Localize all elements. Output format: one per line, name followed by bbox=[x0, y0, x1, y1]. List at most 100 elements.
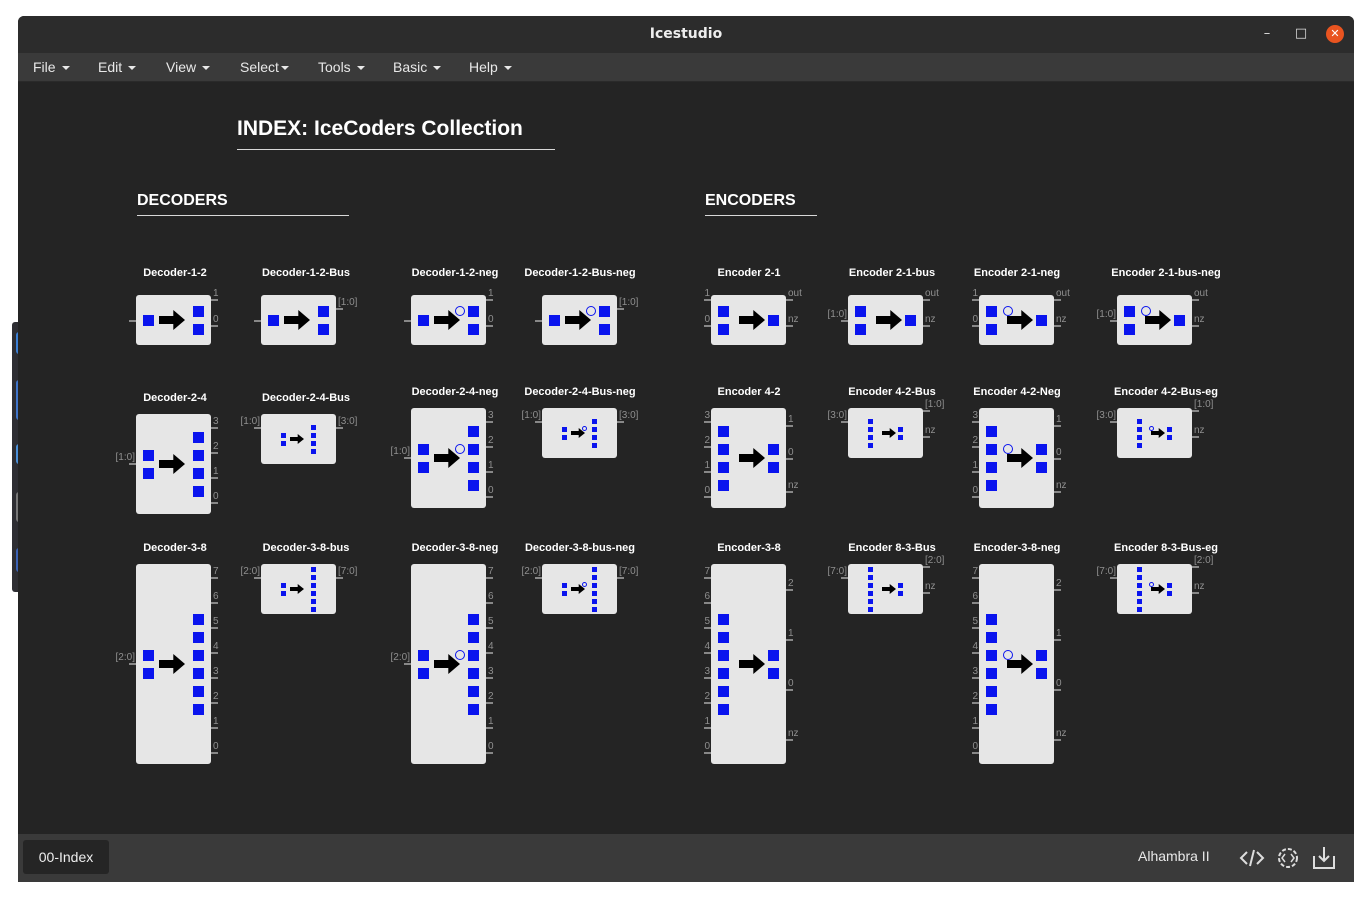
output-port[interactable] bbox=[1054, 325, 1061, 327]
output-port[interactable] bbox=[486, 325, 493, 327]
close-icon[interactable]: ✕ bbox=[1326, 25, 1344, 43]
output-port[interactable] bbox=[1192, 592, 1199, 594]
menu-help[interactable]: Help bbox=[469, 59, 512, 75]
input-port[interactable] bbox=[972, 676, 979, 679]
input-port[interactable] bbox=[129, 663, 136, 665]
input-port[interactable] bbox=[972, 576, 979, 579]
input-port[interactable] bbox=[841, 320, 848, 322]
output-port[interactable] bbox=[211, 576, 218, 579]
input-port[interactable] bbox=[972, 325, 979, 327]
output-port[interactable] bbox=[486, 470, 493, 473]
output-port[interactable] bbox=[1192, 410, 1199, 412]
output-port[interactable] bbox=[211, 501, 218, 504]
menu-select[interactable]: Select bbox=[240, 59, 289, 75]
input-port[interactable] bbox=[704, 495, 711, 498]
output-port[interactable] bbox=[786, 299, 793, 301]
input-port[interactable] bbox=[841, 577, 848, 579]
output-port[interactable] bbox=[923, 436, 930, 438]
menu-view[interactable]: View bbox=[166, 59, 211, 75]
output-port[interactable] bbox=[211, 751, 218, 754]
input-port[interactable] bbox=[704, 701, 711, 704]
output-port[interactable] bbox=[786, 739, 793, 741]
output-port[interactable] bbox=[617, 577, 624, 579]
output-port[interactable] bbox=[1054, 739, 1061, 741]
input-port[interactable] bbox=[1110, 320, 1117, 322]
menu-file[interactable]: File bbox=[33, 59, 70, 75]
input-port[interactable] bbox=[704, 626, 711, 629]
output-port[interactable] bbox=[786, 639, 793, 641]
input-port[interactable] bbox=[972, 626, 979, 629]
output-port[interactable] bbox=[211, 325, 218, 327]
input-port[interactable] bbox=[704, 576, 711, 579]
input-port[interactable] bbox=[129, 463, 136, 465]
menu-tools[interactable]: Tools bbox=[318, 59, 365, 75]
input-port[interactable] bbox=[1110, 421, 1117, 423]
input-port[interactable] bbox=[1110, 577, 1117, 579]
output-port[interactable] bbox=[486, 601, 493, 604]
input-port[interactable] bbox=[704, 470, 711, 473]
menu-edit[interactable]: Edit bbox=[98, 59, 137, 75]
output-port[interactable] bbox=[786, 589, 793, 591]
output-port[interactable] bbox=[211, 726, 218, 729]
input-port[interactable] bbox=[404, 663, 411, 665]
output-port[interactable] bbox=[211, 299, 218, 301]
output-port[interactable] bbox=[486, 495, 493, 498]
input-port[interactable] bbox=[972, 751, 979, 754]
output-port[interactable] bbox=[211, 451, 218, 454]
input-port[interactable] bbox=[972, 726, 979, 729]
output-port[interactable] bbox=[211, 626, 218, 629]
input-port[interactable] bbox=[404, 457, 411, 459]
input-port[interactable] bbox=[704, 751, 711, 754]
input-port[interactable] bbox=[704, 601, 711, 604]
output-port[interactable] bbox=[923, 299, 930, 301]
input-port[interactable] bbox=[972, 601, 979, 604]
output-port[interactable] bbox=[486, 751, 493, 754]
menu-basic[interactable]: Basic bbox=[393, 59, 442, 75]
output-port[interactable] bbox=[1054, 589, 1061, 591]
minimize-icon[interactable]: – bbox=[1258, 25, 1276, 43]
output-port[interactable] bbox=[211, 651, 218, 654]
output-port[interactable] bbox=[211, 676, 218, 679]
code-icon[interactable] bbox=[1238, 844, 1266, 872]
input-port[interactable] bbox=[129, 320, 136, 322]
output-port[interactable] bbox=[1192, 299, 1199, 301]
output-port[interactable] bbox=[1054, 424, 1061, 427]
output-port[interactable] bbox=[786, 689, 793, 691]
input-port[interactable] bbox=[972, 470, 979, 473]
output-port[interactable] bbox=[786, 424, 793, 427]
output-port[interactable] bbox=[786, 458, 793, 460]
output-port[interactable] bbox=[1054, 689, 1061, 691]
output-port[interactable] bbox=[336, 577, 343, 579]
output-port[interactable] bbox=[336, 308, 343, 310]
input-port[interactable] bbox=[972, 420, 979, 423]
output-port[interactable] bbox=[1054, 639, 1061, 641]
input-port[interactable] bbox=[972, 495, 979, 498]
input-port[interactable] bbox=[254, 577, 261, 579]
output-port[interactable] bbox=[1192, 325, 1199, 327]
input-port[interactable] bbox=[254, 427, 261, 429]
input-port[interactable] bbox=[704, 299, 711, 301]
output-port[interactable] bbox=[336, 427, 343, 429]
output-port[interactable] bbox=[486, 626, 493, 629]
input-port[interactable] bbox=[535, 577, 542, 579]
input-port[interactable] bbox=[704, 726, 711, 729]
output-port[interactable] bbox=[211, 601, 218, 604]
upload-icon[interactable] bbox=[1310, 844, 1338, 872]
output-port[interactable] bbox=[486, 701, 493, 704]
output-port[interactable] bbox=[1054, 491, 1061, 494]
output-port[interactable] bbox=[486, 676, 493, 679]
input-port[interactable] bbox=[704, 676, 711, 679]
output-port[interactable] bbox=[923, 410, 930, 412]
output-port[interactable] bbox=[923, 325, 930, 327]
output-port[interactable] bbox=[486, 726, 493, 729]
output-port[interactable] bbox=[486, 445, 493, 448]
output-port[interactable] bbox=[923, 592, 930, 594]
input-port[interactable] bbox=[972, 299, 979, 301]
tab-index[interactable]: 00-Index bbox=[23, 840, 109, 874]
output-port[interactable] bbox=[486, 651, 493, 654]
input-port[interactable] bbox=[704, 651, 711, 654]
input-port[interactable] bbox=[704, 445, 711, 448]
output-port[interactable] bbox=[1054, 458, 1061, 460]
input-port[interactable] bbox=[535, 320, 542, 322]
output-port[interactable] bbox=[617, 421, 624, 423]
